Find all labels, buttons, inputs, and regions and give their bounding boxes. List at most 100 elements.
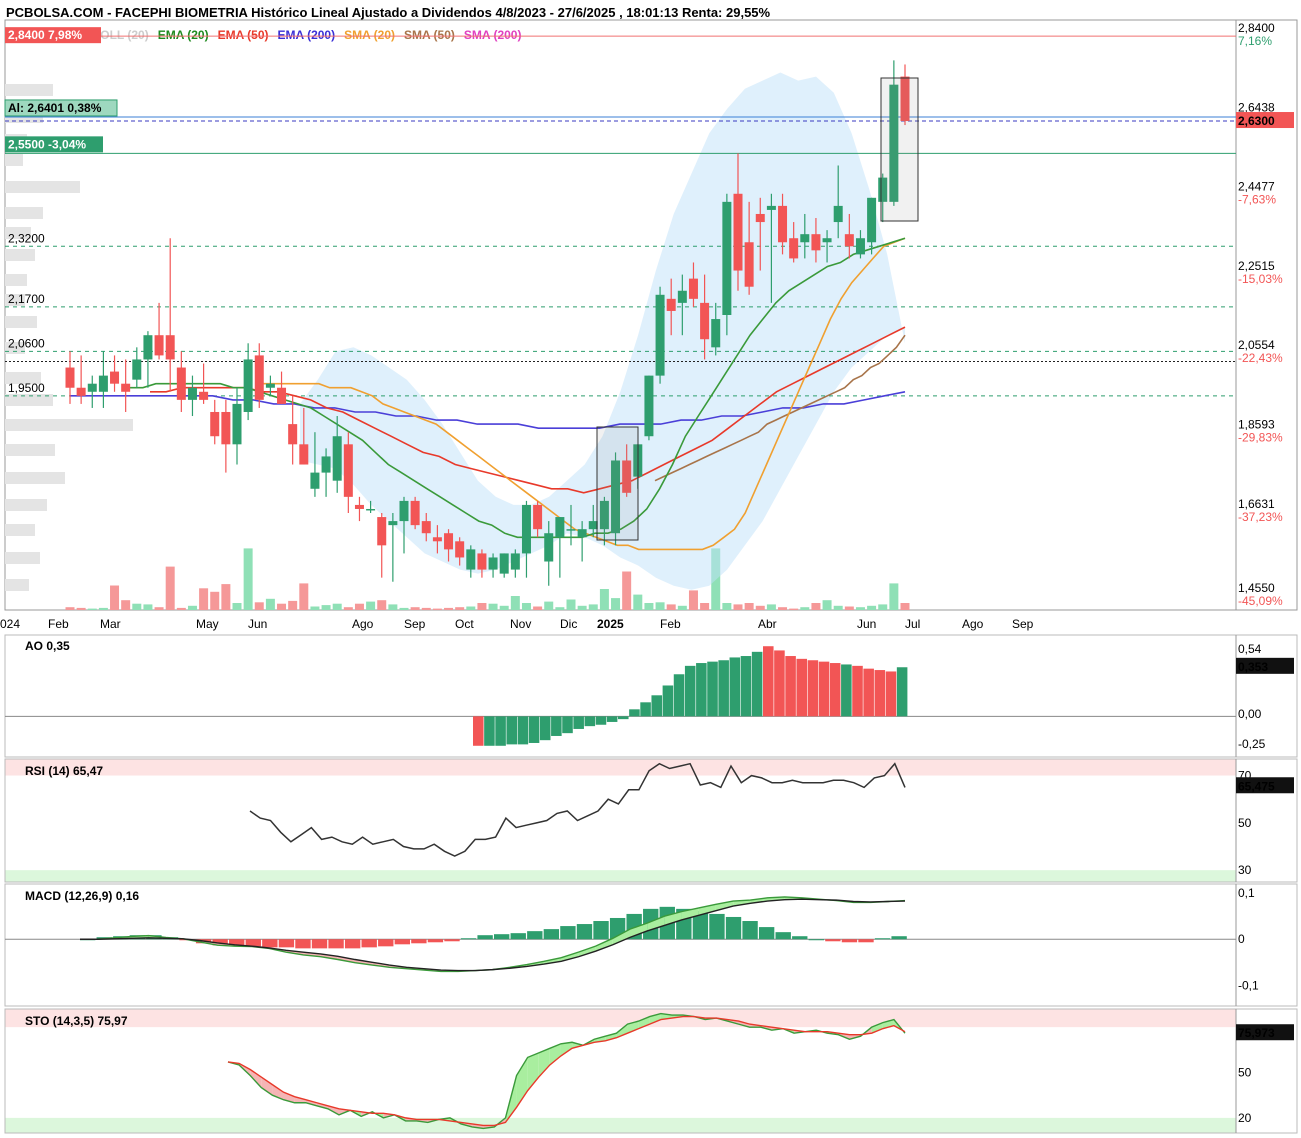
volume-bar (633, 594, 643, 610)
volume-profile-bar (5, 524, 35, 536)
ao-bar (618, 716, 629, 720)
ao-bar (629, 709, 640, 717)
candle-body (310, 472, 320, 489)
macd-title: MACD (12,26,9) 0,16 (25, 889, 139, 903)
rsi-panel (4, 758, 1298, 883)
volume-bar (199, 588, 209, 610)
candle-body (132, 359, 142, 380)
volume-bar (187, 605, 197, 610)
ao-bar (829, 663, 841, 717)
macd-hist-bar (494, 934, 510, 940)
candle-body (833, 205, 843, 223)
pct-tick-label: -29,83% (1238, 430, 1283, 444)
candle-body (354, 504, 364, 509)
volume-profile-bar (5, 419, 133, 431)
ao-bar (673, 674, 685, 717)
volume-bar (444, 607, 454, 610)
volume-bar (432, 608, 442, 610)
ao-bar (718, 660, 729, 717)
volume-bar (310, 606, 320, 610)
candle-body (110, 371, 120, 384)
volume-bar (533, 606, 543, 610)
volume-bar (132, 603, 142, 610)
volume-bar (577, 605, 587, 610)
ao-title: AO 0,35 (25, 639, 70, 653)
volume-bar (299, 583, 309, 610)
pct-tick-label: -37,23% (1238, 510, 1283, 524)
x-axis-label: Feb (48, 617, 69, 631)
volume-profile-bar (5, 316, 37, 328)
ao-bar (818, 661, 830, 717)
volume-bar (210, 591, 220, 610)
volume-bar (855, 607, 865, 610)
candle-body (265, 383, 275, 388)
candle-body (700, 302, 710, 340)
price-tick-label: 1,4550 (1238, 581, 1275, 595)
macd-hist-bar (411, 939, 427, 944)
macd-hist-bar (295, 939, 311, 949)
macd-hist-bar (278, 939, 295, 948)
ao-bar (517, 716, 529, 745)
level-label: Al: 2,6401 0,38% (8, 101, 102, 115)
candle-body (566, 529, 576, 531)
candle-body (254, 355, 264, 400)
rsi-line (249, 762, 906, 857)
ao-bar (640, 702, 651, 717)
ao-bar (841, 664, 852, 717)
price-tick-label: 2,8400 (1238, 21, 1275, 35)
x-axis-label: Jul (905, 617, 920, 631)
pct-tick-label: -45,09% (1238, 594, 1283, 608)
candle-body (154, 335, 164, 356)
level-label: 2,1700 (8, 292, 45, 306)
candle-body (121, 383, 131, 392)
volume-bar (410, 607, 420, 610)
volume-bar (588, 604, 598, 610)
volume-bar (98, 607, 108, 610)
volume-bar (878, 604, 888, 610)
candle-body (789, 238, 799, 259)
rsi-tick: 30 (1238, 863, 1252, 877)
ao-bar (595, 716, 607, 725)
candle-body (343, 444, 353, 497)
x-axis-label: May (196, 617, 219, 631)
ao-bar (484, 716, 495, 746)
volume-bar (277, 603, 287, 610)
last-price-label: 2,6300 (1238, 114, 1275, 128)
volume-bar (87, 608, 97, 610)
candle-body (811, 234, 821, 251)
volume-bar (733, 604, 743, 610)
candle-body (221, 411, 231, 445)
sto-overbought-zone (5, 1009, 1236, 1028)
volume-profile-bar (5, 579, 29, 591)
macd-hist-bar (709, 913, 725, 940)
volume-profile-bar (5, 552, 40, 564)
volume-bar (288, 600, 298, 610)
candle-body (867, 197, 877, 243)
candle-body (666, 298, 676, 311)
volume-profile-bar (5, 207, 43, 219)
volume-bar (844, 606, 854, 610)
volume-bar (599, 589, 609, 610)
volume-bar (221, 584, 231, 610)
volume-bar (544, 601, 554, 610)
candle-body (855, 238, 865, 255)
volume-bar (499, 605, 509, 610)
ao-bar (885, 671, 897, 717)
x-axis-label: Jun (248, 617, 267, 631)
ao-tick: 0,00 (1238, 707, 1262, 721)
x-axis-label: Abr (758, 617, 777, 631)
volume-bar (343, 607, 353, 610)
candle-body (143, 335, 153, 360)
volume-bar (766, 604, 776, 610)
volume-bar (521, 603, 531, 610)
ao-bar (874, 670, 886, 717)
volume-bar (867, 605, 877, 610)
candle-body (555, 517, 565, 538)
volume-bar (399, 607, 409, 610)
volume-bar (143, 604, 153, 610)
candle-body (399, 500, 409, 522)
pct-tick-label: -22,43% (1238, 351, 1283, 365)
pct-tick-label: -15,03% (1238, 272, 1283, 286)
ao-bar (751, 651, 763, 717)
volume-bar (76, 607, 86, 610)
